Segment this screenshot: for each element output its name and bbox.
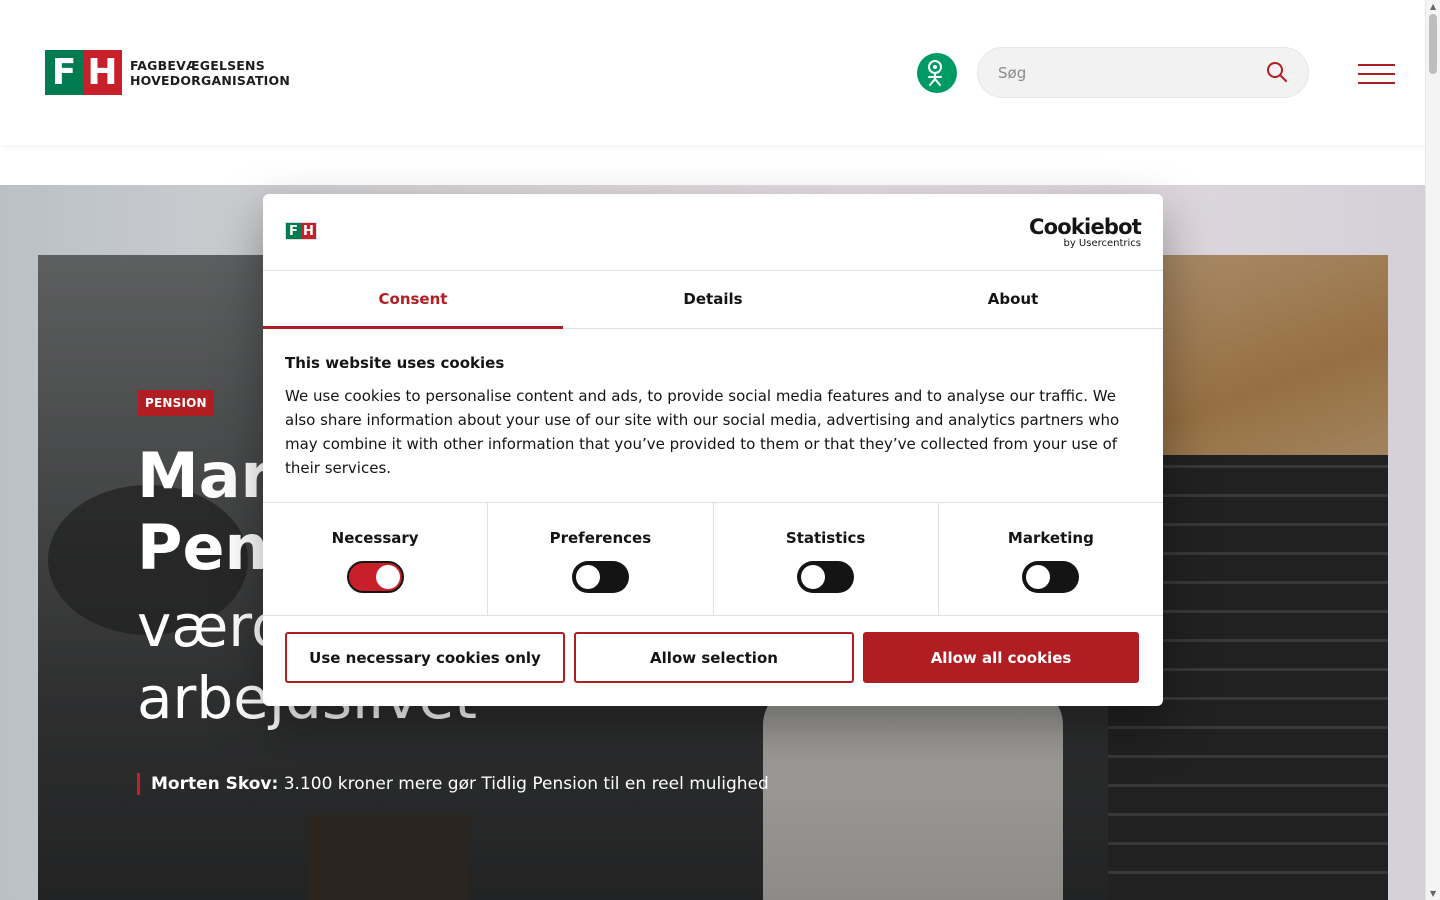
category-statistics: Statistics	[714, 503, 939, 615]
logo-line-2: HOVEDORGANISATION	[130, 72, 291, 88]
hero-teaser-link[interactable]: Morten Skov: 3.100 kroner mere gør Tidli…	[137, 773, 769, 795]
site-logo[interactable]: F H FAGBEVÆGELSENS HOVEDORGANISATION	[45, 50, 290, 95]
category-badge[interactable]: PENSION	[138, 390, 214, 416]
dialog-description: We use cookies to personalise content an…	[285, 387, 1120, 477]
dialog-logo-letter-f: F	[286, 223, 301, 239]
teaser-text: 3.100 kroner mere gør Tidlig Pension til…	[278, 774, 769, 794]
dialog-header: F H Cookiebot by Usercentrics	[263, 194, 1163, 271]
scroll-down-arrow-icon[interactable]: ▼	[1430, 889, 1436, 898]
category-label: Preferences	[549, 529, 652, 547]
cookiebot-logo[interactable]: Cookiebot by Usercentrics	[1029, 215, 1142, 249]
necessary-toggle[interactable]	[346, 561, 404, 593]
category-marketing: Marketing	[939, 503, 1163, 615]
allow-selection-button[interactable]: Allow selection	[574, 632, 854, 683]
logo-text: FAGBEVÆGELSENS HOVEDORGANISATION	[130, 58, 290, 88]
cookie-consent-dialog: F H Cookiebot by Usercentrics Consent De…	[263, 194, 1163, 706]
dialog-body: This website uses cookies We use cookies…	[285, 354, 1141, 480]
dialog-logo-letter-h: H	[301, 223, 316, 239]
dialog-heading: This website uses cookies	[285, 354, 505, 372]
page-scrollbar[interactable]: ▲ ▼	[1425, 0, 1440, 900]
tab-details[interactable]: Details	[563, 271, 863, 328]
category-label: Statistics	[785, 529, 866, 547]
dialog-site-logo: F H	[285, 222, 317, 240]
logo-letter-h: H	[83, 50, 122, 95]
toggle-knob	[1026, 565, 1051, 589]
category-preferences: Preferences	[488, 503, 714, 615]
dialog-buttons: Use necessary cookies only Allow selecti…	[285, 632, 1141, 683]
logo-mark: F H	[45, 50, 122, 95]
logo-letter-f: F	[45, 50, 83, 95]
dialog-tabs: Consent Details About	[263, 271, 1163, 329]
hamburger-menu-icon[interactable]	[1358, 64, 1395, 84]
category-label: Necessary	[331, 529, 419, 547]
site-header: F H FAGBEVÆGELSENS HOVEDORGANISATION	[0, 0, 1425, 145]
category-necessary: Necessary	[263, 503, 489, 615]
union-figure-glyph	[928, 60, 942, 86]
search-icon[interactable]	[1266, 61, 1288, 87]
union-figure-icon[interactable]	[917, 53, 957, 93]
use-necessary-only-button[interactable]: Use necessary cookies only	[285, 632, 565, 683]
marketing-toggle[interactable]	[1022, 561, 1080, 593]
category-label: Marketing	[1007, 529, 1094, 547]
cookie-category-toggles: Necessary Preferences Statistics Marketi…	[263, 502, 1163, 616]
tab-about[interactable]: About	[863, 271, 1163, 328]
cookiebot-name: Cookiebot	[1029, 215, 1142, 239]
toggle-knob	[375, 565, 400, 589]
allow-all-cookies-button[interactable]: Allow all cookies	[863, 632, 1139, 683]
search-input[interactable]	[998, 60, 1248, 86]
cookiebot-by: by Usercentrics	[1063, 238, 1141, 249]
search-box	[977, 47, 1309, 98]
logo-line-1: FAGBEVÆGELSENS	[130, 57, 265, 73]
scroll-up-arrow-icon[interactable]: ▲	[1430, 2, 1436, 11]
tab-consent[interactable]: Consent	[263, 271, 563, 329]
statistics-toggle[interactable]	[797, 561, 855, 593]
teaser-author: Morten Skov:	[151, 774, 279, 794]
scroll-thumb[interactable]	[1429, 14, 1437, 74]
toggle-knob	[575, 565, 600, 589]
preferences-toggle[interactable]	[571, 561, 629, 593]
toggle-knob	[801, 565, 826, 589]
